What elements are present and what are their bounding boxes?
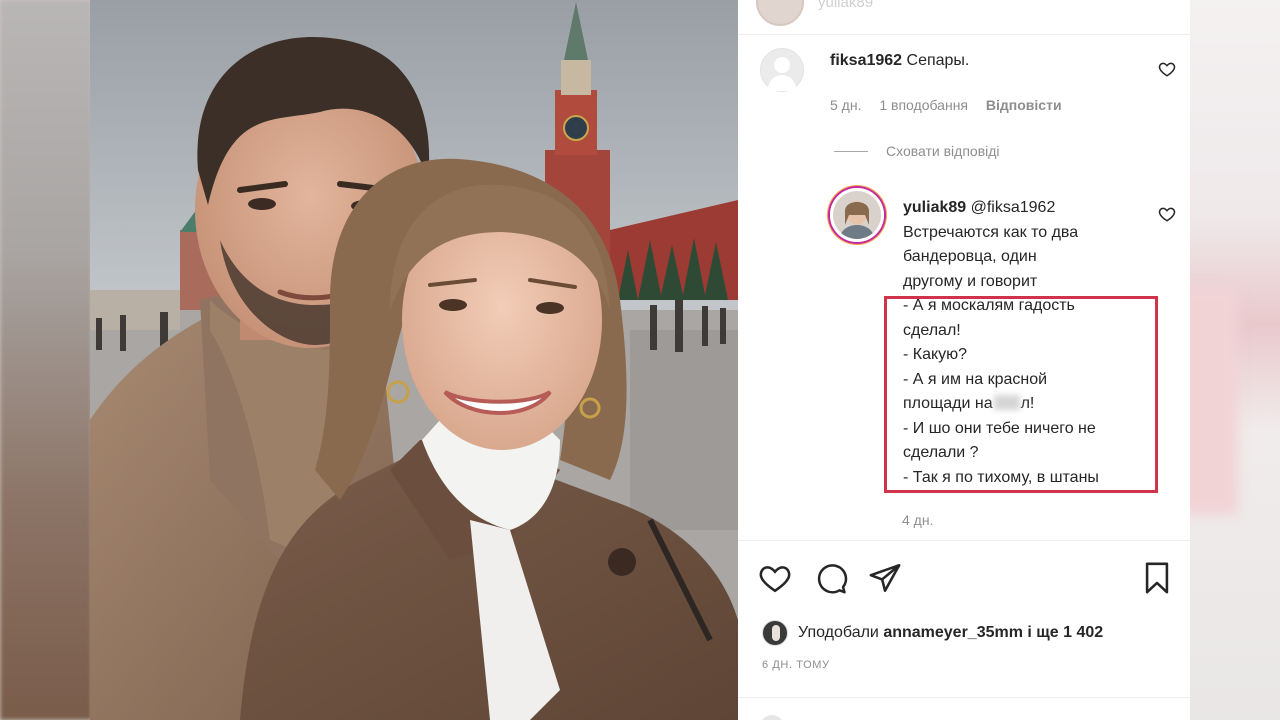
- backdrop-left: [0, 0, 92, 720]
- comment-line: другому и говорит: [903, 272, 1038, 290]
- comment-username[interactable]: fiksa1962: [830, 52, 902, 69]
- comment-time: 5 дн.: [830, 97, 862, 113]
- comment-mention[interactable]: @fiksa1962: [971, 199, 1056, 216]
- divider: [738, 697, 1190, 720]
- likes-prefix: Уподобали: [798, 624, 879, 641]
- heart-icon[interactable]: [758, 561, 792, 595]
- heart-icon[interactable]: [1158, 205, 1176, 223]
- comment-line: бандеровца, один: [903, 248, 1037, 265]
- action-bar: [738, 540, 1190, 617]
- comment-icon[interactable]: [814, 561, 848, 595]
- comment-username[interactable]: yuliak89: [903, 199, 966, 216]
- instagram-comments-panel: yuliak89 fiksa1962 Сепары. 5 дн. 1 вподо…: [738, 0, 1190, 720]
- comment-item: fiksa1962 Сепары. 5 дн. 1 вподобання Від…: [760, 48, 1180, 128]
- hide-replies-button[interactable]: Сховати відповіді: [834, 143, 1000, 159]
- post-header-strip: yuliak89: [738, 0, 1190, 35]
- post-author-avatar[interactable]: [756, 0, 804, 26]
- post-timestamp: 6 ДН. ТОМУ: [762, 659, 830, 671]
- reply-button[interactable]: Відповісти: [986, 97, 1062, 113]
- likes-user[interactable]: annameyer_35mm: [883, 624, 1023, 642]
- likes-summary[interactable]: Уподобали annameyer_35mm і ще 1 402: [762, 620, 1103, 646]
- avatar[interactable]: [762, 620, 788, 646]
- avatar: [760, 715, 784, 720]
- post-author-username[interactable]: yuliak89: [818, 0, 873, 11]
- comment-meta: 4 дн.: [902, 512, 947, 528]
- heart-icon[interactable]: [1158, 60, 1176, 78]
- avatar[interactable]: [830, 188, 884, 242]
- comment-text: fiksa1962 Сепары.: [830, 52, 969, 70]
- comment-likes[interactable]: 1 вподобання: [879, 97, 968, 113]
- comment-body: Сепары.: [906, 52, 970, 69]
- post-photo: [90, 0, 738, 720]
- hide-replies-label: Сховати відповіді: [886, 143, 1000, 159]
- comment-line: Встречаются как то два: [903, 223, 1079, 241]
- comment-meta: 5 дн. 1 вподобання Відповісти: [830, 97, 1076, 113]
- bookmark-icon[interactable]: [1140, 561, 1174, 595]
- highlight-box: [884, 296, 1158, 493]
- comment-time: 4 дн.: [902, 512, 934, 528]
- divider: [834, 150, 868, 152]
- likes-count[interactable]: і ще 1 402: [1027, 624, 1103, 642]
- avatar[interactable]: [760, 48, 804, 92]
- share-icon[interactable]: [868, 561, 902, 595]
- backdrop-right: [1178, 0, 1280, 720]
